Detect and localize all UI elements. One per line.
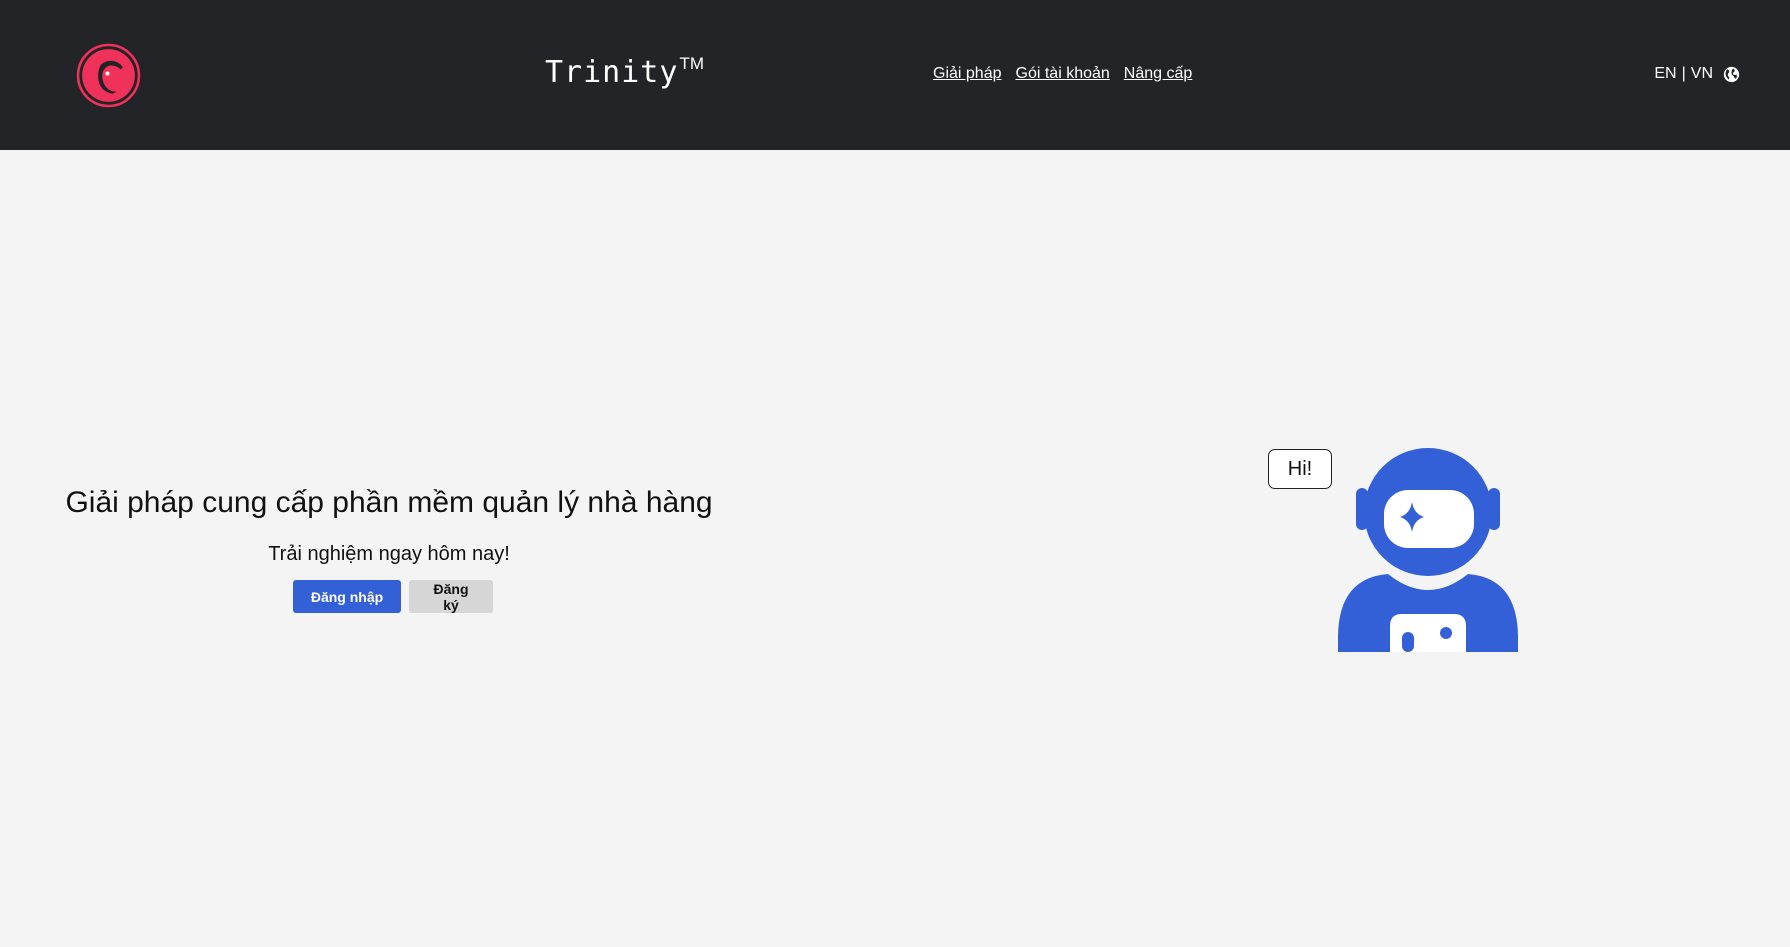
hero-actions: Đăng nhập Đăng ký <box>293 580 493 613</box>
hero-subtitle: Trải nghiệm ngay hôm nay! <box>268 543 510 565</box>
trademark-mark: TM <box>679 54 704 73</box>
globe-icon[interactable] <box>1723 66 1740 83</box>
nav-link-upgrade[interactable]: Nâng cấp <box>1124 65 1193 83</box>
register-button[interactable]: Đăng ký <box>409 580 493 613</box>
brand-text: Trinity <box>545 55 679 90</box>
brand-name[interactable]: TrinityTM <box>545 54 704 90</box>
speech-bubble: Hi! <box>1268 449 1332 489</box>
trinity-logo-icon[interactable] <box>76 43 141 108</box>
astronaut-icon <box>1338 448 1518 652</box>
lang-separator: | <box>1681 65 1686 82</box>
top-header: TrinityTM Giải pháp Gói tài khoản Nâng c… <box>0 0 1790 150</box>
nav-link-account-plans[interactable]: Gói tài khoản <box>1016 65 1110 83</box>
lang-option-en[interactable]: EN <box>1654 65 1676 83</box>
nav-link-solutions[interactable]: Giải pháp <box>933 65 1002 83</box>
language-switcher: EN | VN <box>1654 65 1740 83</box>
main-nav: Giải pháp Gói tài khoản Nâng cấp <box>933 65 1192 83</box>
login-button[interactable]: Đăng nhập <box>293 580 401 613</box>
hero-title: Giải pháp cung cấp phần mềm quản lý nhà … <box>65 486 713 519</box>
lang-option-vn[interactable]: VN <box>1691 65 1713 83</box>
